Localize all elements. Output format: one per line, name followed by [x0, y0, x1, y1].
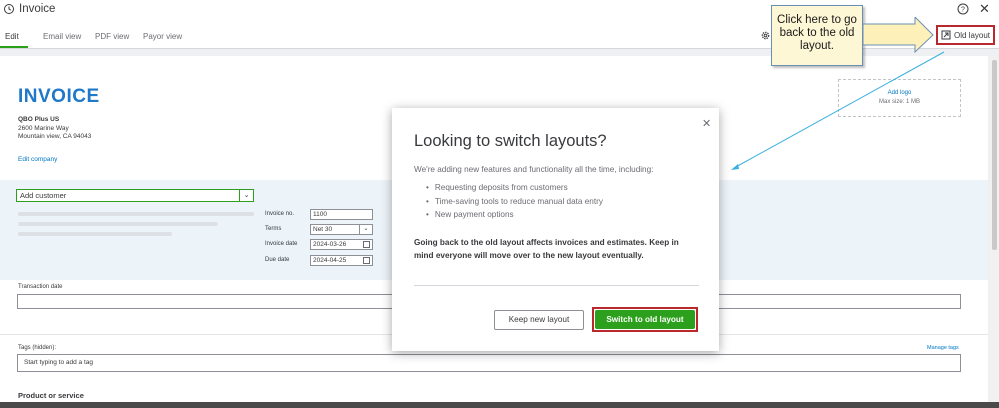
close-icon[interactable]: ✕	[979, 1, 990, 17]
svg-text:?: ?	[961, 7, 965, 14]
due-date-input[interactable]: 2024-04-25	[310, 255, 373, 266]
invoice-no-input[interactable]: 1100	[310, 209, 373, 220]
dialog-intro: We're adding new features and functional…	[414, 165, 654, 174]
switch-button-highlight: Switch to old layout	[592, 307, 698, 332]
terms-label: Terms	[265, 226, 282, 232]
calendar-icon[interactable]	[363, 241, 370, 248]
gear-icon[interactable]	[760, 30, 771, 41]
add-logo-link[interactable]: Add logo	[839, 89, 960, 98]
skeleton-line	[18, 222, 218, 226]
old-layout-button[interactable]: Old layout	[936, 25, 995, 45]
switch-to-old-layout-button[interactable]: Switch to old layout	[595, 310, 695, 329]
company-name: QBO Plus US	[18, 116, 60, 123]
tags-input[interactable]: Start typing to add a tag	[17, 354, 961, 372]
due-date-value: 2024-04-25	[313, 257, 347, 264]
list-item: New payment options	[426, 210, 603, 224]
tags-label: Tags (hidden):	[18, 345, 57, 351]
company-address-line1: 2600 Marine Way	[18, 124, 69, 132]
help-icon[interactable]: ?	[957, 3, 969, 15]
history-icon[interactable]	[3, 3, 15, 15]
invoice-date-value: 2024-03-26	[313, 241, 347, 248]
company-address-line2: Mountain view, CA 94043	[18, 133, 92, 140]
tab-edit[interactable]: Edit	[5, 32, 19, 41]
tab-pdf-view[interactable]: PDF view	[95, 32, 129, 41]
tab-payor-view[interactable]: Payor view	[143, 32, 182, 41]
invoice-no-value: 1100	[313, 211, 327, 218]
callout-arrow-icon	[863, 17, 934, 53]
terms-value: Net 30	[313, 226, 333, 233]
callout-text: Click here to go back to the old layout.	[777, 14, 857, 52]
keep-new-layout-button[interactable]: Keep new layout	[494, 310, 584, 330]
list-item: Time-saving tools to reduce manual data …	[426, 197, 603, 211]
old-layout-label: Old layout	[954, 30, 991, 40]
scrollbar-thumb[interactable]	[992, 60, 997, 250]
active-tab-indicator	[0, 46, 28, 48]
edit-company-link[interactable]: Edit company	[18, 156, 57, 163]
logo-size-hint: Max size: 1 MB	[878, 99, 920, 105]
customer-select[interactable]: Add customer ⌄	[16, 189, 254, 202]
bottom-bar	[0, 402, 999, 408]
add-logo-box[interactable]: Add logo Max size: 1 MB	[838, 79, 961, 117]
chevron-down-icon[interactable]: ⌄	[359, 225, 372, 234]
transaction-date-label: Transaction date	[18, 284, 63, 290]
feature-list: Requesting deposits from customers Time-…	[426, 183, 603, 224]
instruction-callout: Click here to go back to the old layout.	[771, 5, 863, 66]
product-service-heading: Product or service	[18, 391, 84, 400]
switch-layout-dialog: ✕ Looking to switch layouts? We're addin…	[392, 108, 719, 351]
due-date-label: Due date	[265, 257, 290, 263]
tags-input-placeholder: Start typing to add a tag	[24, 359, 94, 366]
dialog-divider	[414, 285, 699, 286]
calendar-icon[interactable]	[363, 257, 370, 264]
list-item: Requesting deposits from customers	[426, 183, 603, 197]
dialog-warning: Going back to the old layout affects inv…	[414, 238, 679, 260]
manage-tags-link[interactable]: Manage tags	[927, 345, 959, 351]
customer-select-placeholder: Add customer	[20, 191, 67, 200]
invoice-date-label: Invoice date	[265, 241, 298, 247]
invoice-heading: INVOICE	[18, 86, 100, 107]
tab-email-view[interactable]: Email view	[43, 32, 81, 41]
close-icon[interactable]: ✕	[702, 117, 711, 130]
company-info: QBO Plus US 2600 Marine Way Mountain vie…	[18, 116, 91, 142]
window-title: Invoice	[19, 3, 56, 15]
dialog-title: Looking to switch layouts?	[414, 132, 607, 150]
invoice-no-label: Invoice no.	[265, 211, 295, 217]
terms-select[interactable]: Net 30 ⌄	[310, 224, 373, 235]
chevron-down-icon[interactable]: ⌄	[239, 190, 253, 201]
skeleton-line	[18, 212, 254, 216]
layout-icon	[941, 30, 951, 40]
skeleton-line	[18, 232, 172, 236]
invoice-date-input[interactable]: 2024-03-26	[310, 239, 373, 250]
